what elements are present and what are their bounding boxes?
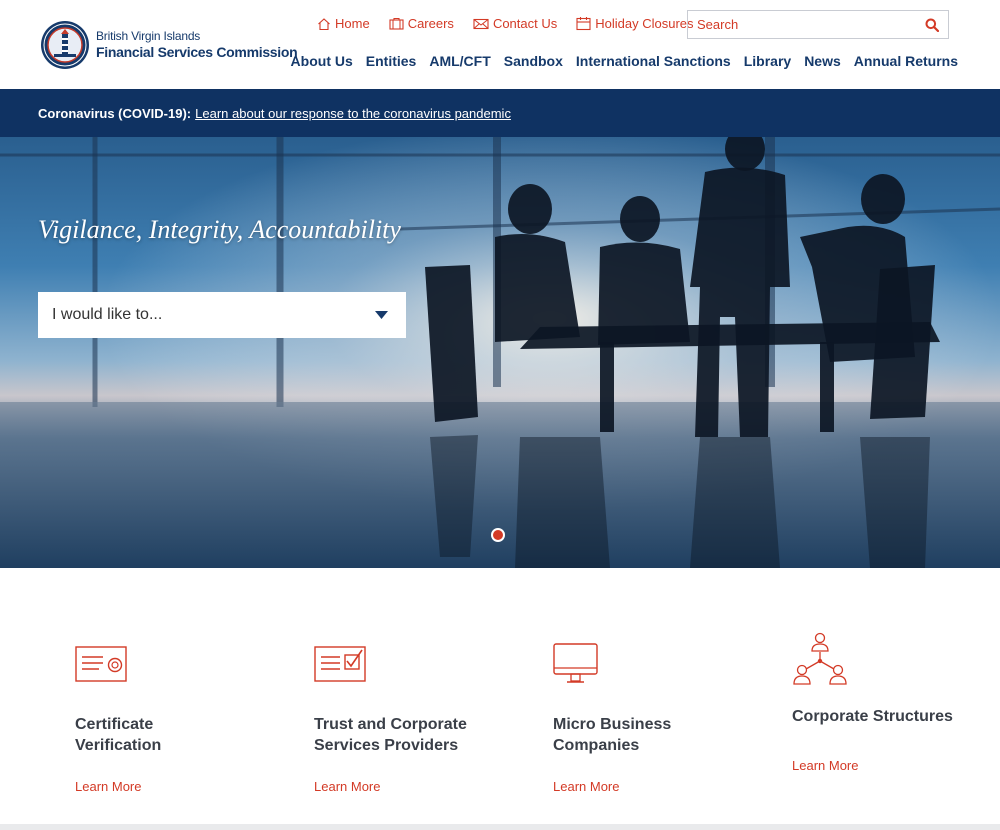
monitor-icon (553, 643, 598, 683)
utility-nav: Home Careers Contact Us Holiday Closures (317, 16, 713, 31)
i-would-like-to-dropdown[interactable]: I would like to... (38, 292, 406, 338)
nav-annual-returns[interactable]: Annual Returns (854, 53, 958, 69)
feature-cards: Certificate Verification Learn More Trus… (0, 568, 1000, 824)
card-title-line-1: Micro Business (553, 716, 672, 733)
card-title-line-2: Companies (553, 737, 640, 754)
calendar-icon (576, 17, 591, 31)
search-input[interactable] (688, 11, 916, 38)
hero-photo (0, 137, 1000, 568)
util-link-home[interactable]: Home (317, 16, 370, 31)
hero-banner: Vigilance, Integrity, Accountability I w… (0, 137, 1000, 568)
site-logo[interactable]: British Virgin Islands Financial Service… (40, 20, 298, 70)
footer-edge (0, 824, 1000, 830)
card-title-line-1: Certificate (75, 716, 154, 733)
util-link-contact[interactable]: Contact Us (473, 16, 557, 31)
card-title-line-1: Trust and Corporate (314, 716, 467, 733)
main-nav: About Us Entities AML/CFT Sandbox Intern… (278, 53, 958, 69)
util-link-label: Careers (407, 16, 454, 31)
mail-icon (473, 18, 489, 29)
util-link-holiday-closures[interactable]: Holiday Closures (576, 16, 694, 31)
nav-news[interactable]: News (804, 53, 841, 69)
util-link-label: Holiday Closures (595, 16, 694, 31)
nav-entities[interactable]: Entities (366, 53, 417, 69)
learn-more-link-trust-corporate[interactable]: Learn More (314, 779, 380, 794)
learn-more-link-micro-business[interactable]: Learn More (553, 779, 619, 794)
fsc-seal-icon (41, 21, 89, 69)
brand-line-2: Financial Services Commission (96, 44, 298, 60)
search-icon (925, 18, 939, 32)
util-link-label: Contact Us (492, 16, 558, 31)
carousel-dot-active[interactable] (491, 528, 505, 542)
nav-library[interactable]: Library (744, 53, 791, 69)
nav-international-sanctions[interactable]: International Sanctions (576, 53, 731, 69)
feature-card-corporate-structures[interactable]: Corporate Structures (792, 632, 972, 727)
feature-card-trust-corporate[interactable]: Trust and Corporate Services Providers (314, 640, 514, 756)
nav-aml-cft[interactable]: AML/CFT (429, 53, 490, 69)
checklist-icon (314, 646, 366, 682)
covid-alert-bar: Coronavirus (COVID-19): Learn about our … (0, 89, 1000, 137)
util-link-careers[interactable]: Careers (389, 16, 454, 31)
learn-more-link-corporate-structures[interactable]: Learn More (792, 758, 858, 773)
card-title-line-2: Verification (75, 737, 162, 754)
site-header: British Virgin Islands Financial Service… (0, 0, 1000, 89)
caret-down-icon (375, 310, 388, 319)
feature-card-certificate-verification[interactable]: Certificate Verification (75, 640, 275, 756)
search-box (687, 10, 949, 39)
util-link-label: Home (335, 16, 370, 31)
hero-tagline: Vigilance, Integrity, Accountability (38, 215, 401, 244)
certificate-icon (75, 646, 127, 682)
nav-sandbox[interactable]: Sandbox (504, 53, 563, 69)
learn-more-link-certificate[interactable]: Learn More (75, 779, 141, 794)
card-title-line-1: Corporate Structures (792, 708, 953, 725)
alert-link[interactable]: Learn about our response to the coronavi… (195, 106, 511, 121)
nav-about-us[interactable]: About Us (291, 53, 353, 69)
brand-line-1: British Virgin Islands (96, 29, 201, 43)
feature-card-micro-business[interactable]: Micro Business Companies (553, 640, 753, 756)
dropdown-label: I would like to... (52, 306, 163, 323)
careers-icon (389, 17, 404, 30)
org-structure-icon (793, 632, 847, 685)
card-title-line-2: Services Providers (314, 737, 459, 754)
alert-label: Coronavirus (COVID-19): (38, 105, 192, 121)
search-button[interactable] (916, 11, 948, 38)
home-icon (318, 17, 330, 30)
